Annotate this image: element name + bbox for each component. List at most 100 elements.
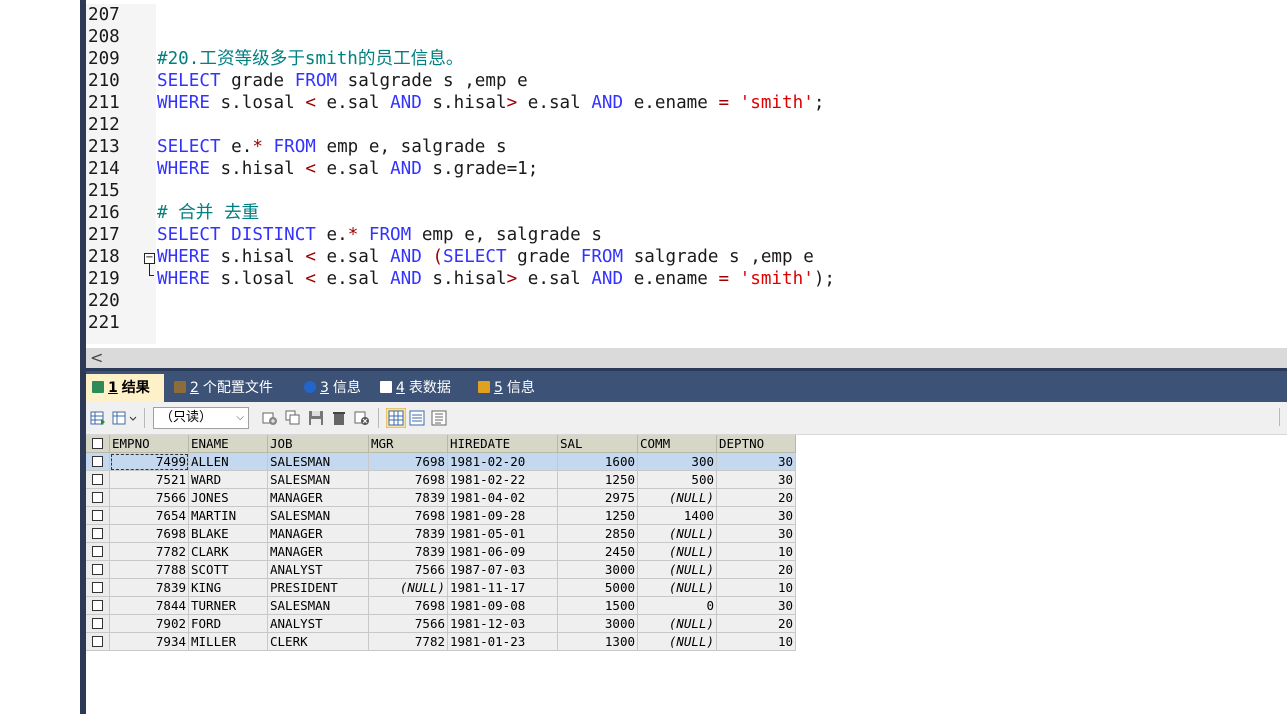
cell-mgr[interactable]: 7566	[369, 615, 448, 633]
sql-editor[interactable]: − 207 208 209 #20.工资等级多于smith的员工信息。 210 SELEC…	[86, 0, 1287, 348]
cell-job[interactable]: ANALYST	[268, 561, 369, 579]
cell-job[interactable]: MANAGER	[268, 525, 369, 543]
row-checkbox[interactable]	[92, 492, 103, 503]
row-checkbox[interactable]	[92, 618, 103, 629]
cell-comm[interactable]: (NULL)	[638, 615, 717, 633]
cell-comm[interactable]: 1400	[638, 507, 717, 525]
cell-comm[interactable]: (NULL)	[638, 579, 717, 597]
cell-ename[interactable]: KING	[189, 579, 268, 597]
cell-empno[interactable]: 7902	[110, 615, 189, 633]
cell-job[interactable]: SALESMAN	[268, 507, 369, 525]
code-line[interactable]: 216 # 合并 去重	[86, 202, 1287, 224]
add-row-icon[interactable]	[262, 410, 278, 426]
cell-ename[interactable]: WARD	[189, 471, 268, 489]
cell-hiredate[interactable]: 1981-09-28	[448, 507, 558, 525]
row-select-cell[interactable]	[86, 615, 110, 633]
code-line[interactable]: 209 #20.工资等级多于smith的员工信息。	[86, 48, 1287, 70]
cell-mgr[interactable]: 7782	[369, 633, 448, 651]
cell-comm[interactable]: (NULL)	[638, 489, 717, 507]
code-line[interactable]: 219 WHERE s.losal < e.sal AND s.hisal> e.…	[86, 268, 1287, 290]
cell-sal[interactable]: 3000	[558, 561, 638, 579]
cell-deptno[interactable]: 10	[717, 579, 796, 597]
row-select-cell[interactable]	[86, 507, 110, 525]
cell-empno[interactable]: 7934	[110, 633, 189, 651]
row-checkbox[interactable]	[92, 636, 103, 647]
row-checkbox[interactable]	[92, 582, 103, 593]
row-select-cell[interactable]	[86, 597, 110, 615]
cell-empno[interactable]: 7839	[110, 579, 189, 597]
row-select-cell[interactable]	[86, 453, 110, 471]
row-select-cell[interactable]	[86, 471, 110, 489]
cell-hiredate[interactable]: 1981-02-22	[448, 471, 558, 489]
cell-comm[interactable]: (NULL)	[638, 561, 717, 579]
code-line[interactable]: 221	[86, 312, 1287, 334]
cell-ename[interactable]: JONES	[189, 489, 268, 507]
code-line[interactable]: 220	[86, 290, 1287, 312]
tab-5[interactable]: 5 信息	[472, 374, 544, 402]
cell-sal[interactable]: 3000	[558, 615, 638, 633]
readonly-select[interactable]: （只读） ⌵	[153, 407, 249, 429]
cancel-changes-icon[interactable]	[354, 410, 370, 426]
row-checkbox[interactable]	[92, 528, 103, 539]
cell-job[interactable]: ANALYST	[268, 615, 369, 633]
cell-deptno[interactable]: 30	[717, 453, 796, 471]
code-line[interactable]: 212	[86, 114, 1287, 136]
cell-empno[interactable]: 7782	[110, 543, 189, 561]
export-icon[interactable]	[90, 410, 106, 426]
row-select-cell[interactable]	[86, 579, 110, 597]
cell-hiredate[interactable]: 1987-07-03	[448, 561, 558, 579]
cell-mgr[interactable]: 7839	[369, 525, 448, 543]
cell-deptno[interactable]: 30	[717, 525, 796, 543]
code-line[interactable]: 208	[86, 26, 1287, 48]
cell-empno[interactable]: 7566	[110, 489, 189, 507]
chevron-down-icon[interactable]	[128, 410, 138, 426]
code-line[interactable]: 211 WHERE s.losal < e.sal AND s.hisal> e.…	[86, 92, 1287, 114]
cell-job[interactable]: PRESIDENT	[268, 579, 369, 597]
cell-ename[interactable]: TURNER	[189, 597, 268, 615]
cell-mgr[interactable]: (NULL)	[369, 579, 448, 597]
delete-row-icon[interactable]	[331, 410, 347, 426]
cell-hiredate[interactable]: 1981-01-23	[448, 633, 558, 651]
cell-comm[interactable]: (NULL)	[638, 633, 717, 651]
cell-mgr[interactable]: 7698	[369, 453, 448, 471]
cell-deptno[interactable]: 20	[717, 615, 796, 633]
tab-1[interactable]: 1 结果	[86, 374, 164, 402]
cell-sal[interactable]: 1500	[558, 597, 638, 615]
row-checkbox[interactable]	[92, 564, 103, 575]
import-icon[interactable]	[112, 410, 128, 426]
cell-empno[interactable]: 7844	[110, 597, 189, 615]
cell-comm[interactable]: (NULL)	[638, 525, 717, 543]
cell-job[interactable]: MANAGER	[268, 489, 369, 507]
cell-deptno[interactable]: 30	[717, 507, 796, 525]
tab-3[interactable]: 3 信息	[298, 374, 371, 402]
cell-ename[interactable]: MARTIN	[189, 507, 268, 525]
cell-hiredate[interactable]: 1981-05-01	[448, 525, 558, 543]
column-header-sal[interactable]: SAL	[558, 435, 638, 453]
column-header-ename[interactable]: ENAME	[189, 435, 268, 453]
row-checkbox[interactable]	[92, 546, 103, 557]
column-header-job[interactable]: JOB	[268, 435, 369, 453]
row-select-cell[interactable]	[86, 525, 110, 543]
code-line[interactable]: 218 WHERE s.hisal < e.sal AND (SELECT gra…	[86, 246, 1287, 268]
cell-hiredate[interactable]: 1981-12-03	[448, 615, 558, 633]
cell-ename[interactable]: FORD	[189, 615, 268, 633]
cell-hiredate[interactable]: 1981-06-09	[448, 543, 558, 561]
save-icon[interactable]	[308, 410, 324, 426]
row-select-cell[interactable]	[86, 633, 110, 651]
cell-comm[interactable]: (NULL)	[638, 543, 717, 561]
horizontal-scrollbar[interactable]: <	[86, 348, 1287, 368]
cell-ename[interactable]: BLAKE	[189, 525, 268, 543]
form-view-icon[interactable]	[409, 410, 425, 426]
cell-empno[interactable]: 7499	[110, 453, 189, 471]
cell-comm[interactable]: 300	[638, 453, 717, 471]
tab-4[interactable]: 4 表数据	[374, 374, 469, 402]
cell-deptno[interactable]: 10	[717, 633, 796, 651]
cell-job[interactable]: SALESMAN	[268, 453, 369, 471]
row-select-cell[interactable]	[86, 489, 110, 507]
scroll-left-arrow-icon[interactable]: <	[90, 348, 103, 368]
cell-hiredate[interactable]: 1981-11-17	[448, 579, 558, 597]
cell-mgr[interactable]: 7698	[369, 507, 448, 525]
cell-job[interactable]: CLERK	[268, 633, 369, 651]
text-view-icon[interactable]	[431, 410, 447, 426]
column-header-hiredate[interactable]: HIREDATE	[448, 435, 558, 453]
